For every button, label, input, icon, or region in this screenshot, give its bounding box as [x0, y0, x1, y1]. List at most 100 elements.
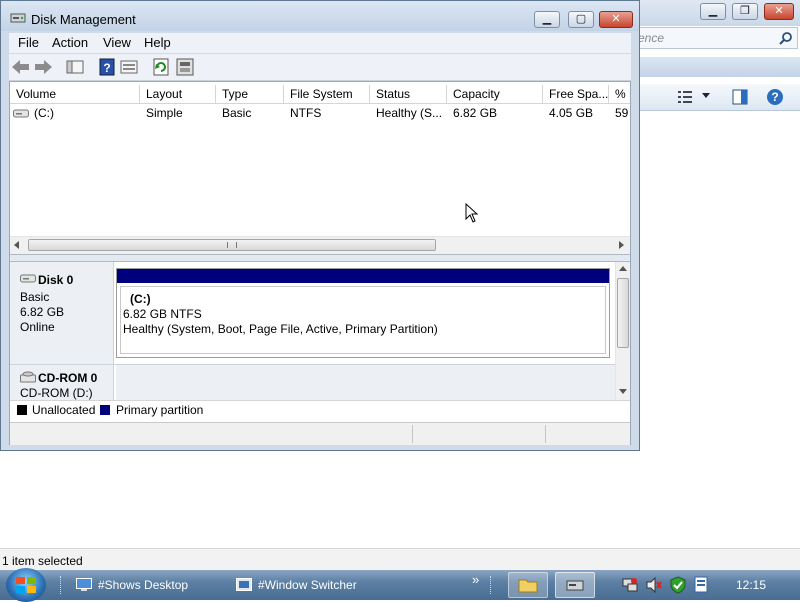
help-icon[interactable]: ? [766, 88, 784, 106]
start-button[interactable] [6, 568, 46, 602]
legend-primary-swatch [100, 405, 110, 415]
bg-restore-button[interactable]: ❐ [732, 3, 758, 20]
disk-icon [20, 274, 36, 283]
taskbar-disk-management-button[interactable] [555, 572, 595, 598]
column-file-system[interactable]: File System [284, 85, 370, 103]
clock[interactable]: 12:15 [736, 578, 766, 592]
status-bar [10, 422, 630, 445]
horizontal-scrollbar[interactable] [10, 236, 630, 254]
svg-text:?: ? [771, 90, 778, 104]
disk-management-icon [10, 13, 26, 23]
legend: Unallocated Primary partition [10, 400, 630, 421]
menu-action[interactable]: Action [52, 35, 88, 50]
mouse-cursor-icon [465, 203, 479, 223]
menu-file[interactable]: File [18, 35, 39, 50]
selection-count: 1 item selected [2, 554, 83, 568]
disk-0-type: Basic [20, 290, 50, 304]
volume-muted-icon[interactable] [646, 577, 662, 593]
drive-icon [13, 109, 29, 118]
cell-capacity: 6.82 GB [453, 106, 498, 120]
cdrom-0-label[interactable]: CD-ROM 0 CD-ROM (D:) [10, 365, 114, 400]
bg-address-strip [636, 57, 800, 77]
taskbar: #Shows Desktop #Window Switcher » 12:15 [0, 568, 800, 602]
title-bar[interactable]: Disk Management ▁ ▢ ✕ [1, 1, 639, 31]
bg-search-placeholder: ence [638, 31, 665, 45]
column-status[interactable]: Status [370, 85, 447, 103]
bg-search-input[interactable]: ence [637, 27, 798, 49]
bg-close-button[interactable]: ✕ [764, 3, 794, 20]
table-row[interactable]: (C:) Simple Basic NTFS Healthy (S... 6.8… [10, 104, 630, 122]
bg-status-bar: 1 item selected [0, 548, 800, 571]
legend-unallocated-label: Unallocated [32, 403, 96, 417]
cell-percent-free: 59 [615, 106, 629, 120]
security-shield-icon[interactable] [670, 576, 686, 594]
network-icon[interactable] [622, 577, 638, 593]
column-layout[interactable]: Layout [140, 85, 216, 103]
disk-graphical-view: Disk 0 Basic 6.82 GB Online (C:) 6.82 GB… [10, 262, 630, 400]
column-volume[interactable]: Volume [10, 85, 140, 103]
menu-help[interactable]: Help [144, 35, 171, 50]
disk-management-window: Disk Management ▁ ▢ ✕ File Action View H… [0, 0, 640, 451]
maximize-button[interactable]: ▢ [568, 11, 594, 28]
cdrom-icon [20, 371, 36, 383]
vertical-scroll-thumb[interactable] [617, 278, 629, 348]
cell-status: Healthy (S... [376, 106, 443, 120]
help-book-icon[interactable]: ? [97, 57, 117, 77]
disk-management-task-icon [566, 580, 584, 591]
taskbar-overflow-chevron[interactable]: » [472, 572, 479, 587]
partition-label: (C:) [130, 292, 151, 306]
toolbar: ? [9, 54, 631, 81]
document-tray-icon[interactable] [694, 576, 708, 594]
folder-icon [518, 579, 538, 593]
properties-icon[interactable] [119, 57, 139, 77]
cell-layout: Simple [146, 106, 183, 120]
menu-bar: File Action View Help [9, 33, 631, 53]
window-switcher-icon [236, 578, 252, 591]
taskbar-grip[interactable] [490, 576, 494, 594]
shows-desktop-label: #Shows Desktop [98, 578, 189, 592]
partition-c[interactable]: (C:) 6.82 GB NTFS Healthy (System, Boot,… [116, 268, 610, 358]
scroll-up-icon[interactable] [619, 266, 627, 272]
cell-file-system: NTFS [290, 106, 322, 120]
search-icon[interactable] [779, 31, 793, 45]
close-button[interactable]: ✕ [599, 11, 633, 28]
legend-primary-label: Primary partition [116, 403, 204, 417]
forward-icon[interactable] [33, 57, 53, 77]
scroll-left-icon[interactable] [14, 241, 20, 249]
column-type[interactable]: Type [216, 85, 284, 103]
refresh-icon[interactable] [151, 57, 171, 77]
window-title: Disk Management [31, 12, 136, 27]
column-percent-free[interactable]: % F [609, 85, 630, 103]
vertical-scrollbar[interactable] [615, 262, 630, 400]
back-icon[interactable] [11, 57, 31, 77]
taskbar-item-shows-desktop[interactable]: #Shows Desktop [72, 572, 222, 598]
cdrom-0-type: CD-ROM (D:) [20, 386, 93, 400]
background-titlebar: ▁ ❐ ✕ [636, 0, 800, 26]
taskbar-item-window-switcher[interactable]: #Window Switcher [232, 572, 432, 598]
rescan-disks-icon[interactable] [175, 57, 195, 77]
scroll-down-icon[interactable] [619, 389, 627, 395]
toolbar-grip[interactable] [60, 576, 64, 594]
preview-pane-icon[interactable] [732, 89, 748, 105]
bg-toolbar: ? [636, 84, 800, 111]
column-capacity[interactable]: Capacity [447, 85, 543, 103]
disk-0-label[interactable]: Disk 0 Basic 6.82 GB Online [10, 262, 114, 364]
disk-0-size: 6.82 GB [20, 305, 65, 319]
bg-minimize-button[interactable]: ▁ [700, 3, 726, 20]
menu-view[interactable]: View [103, 35, 131, 50]
cell-free-space: 4.05 GB [549, 106, 594, 120]
partition-status: Healthy (System, Boot, Page File, Active… [123, 322, 438, 336]
show-hide-tree-icon[interactable] [65, 57, 85, 77]
scroll-right-icon[interactable] [619, 241, 625, 249]
legend-unallocated-swatch [17, 405, 27, 415]
taskbar-explorer-button[interactable] [508, 572, 548, 598]
pane-splitter[interactable] [10, 254, 630, 262]
chevron-down-icon[interactable] [702, 93, 710, 99]
cdrom-0-name: CD-ROM 0 [38, 371, 98, 385]
content-area: Volume Layout Type File System Status Ca… [9, 81, 631, 445]
horizontal-scroll-thumb[interactable] [28, 239, 436, 251]
minimize-button[interactable]: ▁ [534, 11, 560, 28]
column-free-space[interactable]: Free Spa... [543, 85, 609, 103]
disk-0-state: Online [20, 320, 55, 334]
view-options-icon[interactable] [678, 90, 694, 104]
